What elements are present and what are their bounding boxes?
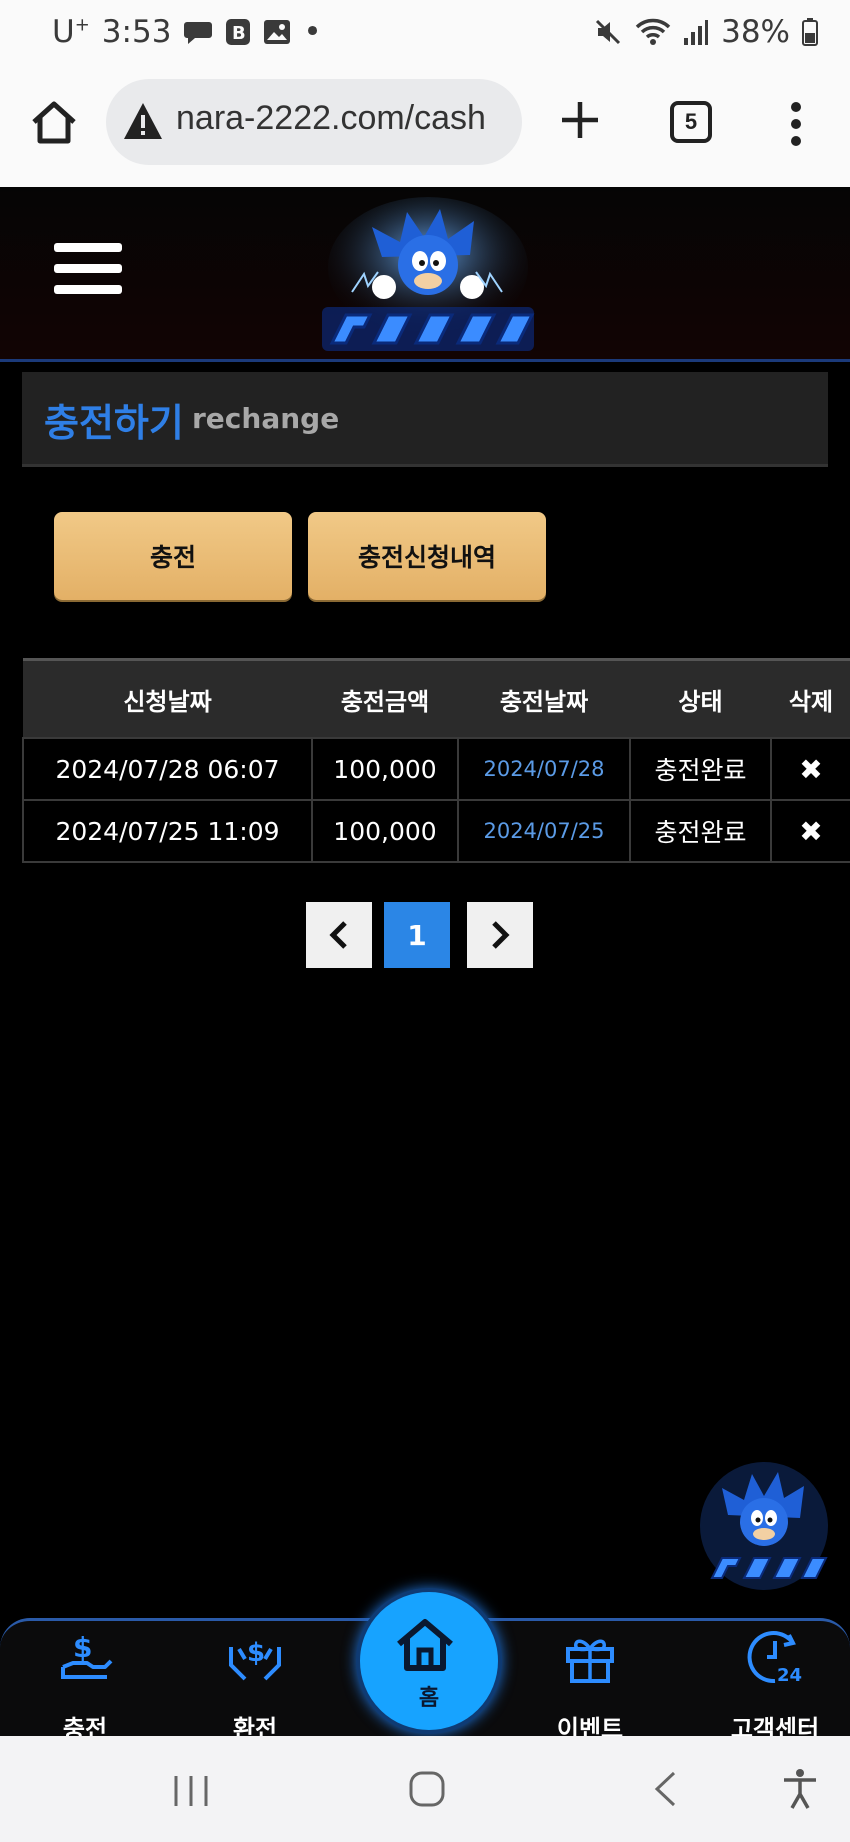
column-header-request-date: 신청날짜 (23, 658, 312, 738)
address-bar[interactable]: nara-2222.com/cash (106, 79, 522, 165)
nav-home-button[interactable]: 홈 (356, 1588, 502, 1734)
android-navigation-bar (0, 1736, 850, 1842)
svg-text:24: 24 (777, 1665, 802, 1686)
url-text[interactable]: nara-2222.com/cash (176, 99, 486, 138)
exchange-icon: $ (229, 1638, 281, 1681)
home-icon[interactable] (28, 96, 80, 148)
nav-event[interactable]: 이벤트 (530, 1627, 650, 1743)
warning-icon[interactable] (122, 101, 164, 141)
request-date-cell: 2024/07/28 06:07 (22, 737, 313, 801)
prev-page-button[interactable] (306, 902, 372, 968)
column-header-amount: 충전금액 (312, 658, 458, 738)
support-24-icon: 24 (747, 1631, 802, 1686)
column-header-charge-date: 충전날짜 (458, 658, 630, 738)
hamburger-menu-icon[interactable] (54, 243, 122, 301)
back-icon[interactable] (652, 1770, 678, 1808)
status-left: U+ 3:53 B • (52, 14, 322, 50)
b-icon: B (226, 19, 251, 45)
signal-icon (684, 20, 709, 45)
amount-cell: 100,000 (311, 737, 459, 801)
plus-icon[interactable] (558, 98, 602, 142)
more-icon[interactable] (790, 102, 802, 146)
nav-exchange[interactable]: $ 환전 (195, 1627, 315, 1743)
status-cell: 충전완료 (629, 737, 772, 801)
site-logo[interactable] (312, 197, 544, 359)
charge-history-table: 신청날짜 충전금액 충전날짜 상태 삭제 2024/07/28 06:07 10… (22, 658, 850, 863)
tabs-button[interactable]: 5 (670, 101, 712, 143)
carrier: U+ (52, 14, 90, 50)
recent-apps-icon[interactable] (172, 1774, 210, 1808)
delete-icon[interactable]: ✖ (770, 799, 850, 863)
charge-icon: $ (61, 1631, 113, 1679)
charge-date-cell: 2024/07/28 (457, 737, 631, 801)
page-title: 충전하기 (44, 401, 184, 445)
nav-charge[interactable]: $ 충전 (25, 1627, 145, 1743)
page-number-current[interactable]: 1 (384, 902, 450, 968)
mute-icon (596, 19, 621, 45)
status-bar: U+ 3:53 B • 38% (0, 0, 850, 66)
gallery-icon (264, 20, 291, 44)
gift-icon (566, 1639, 614, 1683)
next-page-button[interactable] (467, 902, 533, 968)
status-right: 38% (593, 14, 818, 50)
floating-logo-button[interactable] (698, 1460, 830, 1592)
battery-percent: 38% (721, 14, 790, 50)
amount-cell: 100,000 (311, 799, 459, 863)
svg-text:$: $ (73, 1631, 92, 1664)
wifi-icon (635, 18, 671, 45)
svg-text:$: $ (247, 1638, 265, 1668)
clock: 3:53 (101, 14, 172, 50)
nav-support[interactable]: 24 고객센터 (705, 1627, 845, 1743)
request-date-cell: 2024/07/25 11:09 (22, 799, 313, 863)
svg-text:B: B (232, 23, 246, 44)
notification-dot: • (303, 14, 322, 50)
battery-icon (802, 18, 818, 46)
chevron-left-icon (329, 921, 347, 949)
page-title-bar: 충전하기 rechange (22, 372, 828, 467)
charge-button[interactable]: 충전 (54, 512, 292, 600)
charge-date-cell: 2024/07/25 (457, 799, 631, 863)
column-header-status: 상태 (630, 658, 771, 738)
home-icon (397, 1619, 453, 1671)
browser-toolbar: nara-2222.com/cash 5 (0, 66, 850, 187)
page-subtitle: rechange (192, 402, 340, 435)
status-cell: 충전완료 (629, 799, 772, 863)
android-home-icon[interactable] (408, 1770, 446, 1808)
site-header (0, 187, 850, 362)
chat-icon (184, 22, 213, 44)
table-row: 2024/07/28 06:07 100,000 2024/07/28 충전완료… (22, 737, 850, 801)
column-header-delete: 삭제 (771, 658, 850, 738)
delete-icon[interactable]: ✖ (770, 737, 850, 801)
charge-history-button[interactable]: 충전신청내역 (308, 512, 546, 600)
table-header-row: 신청날짜 충전금액 충전날짜 상태 삭제 (23, 658, 850, 738)
chevron-right-icon (492, 921, 510, 949)
accessibility-icon[interactable] (780, 1768, 820, 1810)
table-row: 2024/07/25 11:09 100,000 2024/07/25 충전완료… (22, 799, 850, 863)
nav-home-label: 홈 (418, 1686, 440, 1711)
